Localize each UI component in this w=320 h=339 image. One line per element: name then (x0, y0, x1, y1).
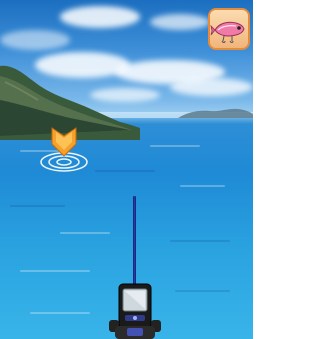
wave (95, 170, 155, 172)
wave (60, 232, 110, 234)
cloud (60, 6, 140, 28)
wave (170, 240, 230, 242)
cloud (0, 30, 70, 50)
lure-select-button[interactable] (208, 8, 250, 50)
lure-fish-icon (210, 21, 245, 43)
far-island (178, 108, 253, 118)
fishing-rod-icon (133, 196, 136, 292)
cloud (170, 78, 253, 96)
wave (150, 145, 200, 147)
game-scene[interactable] (0, 0, 253, 339)
reel-handle-icon[interactable] (105, 280, 165, 339)
wave (180, 185, 225, 187)
wave (175, 290, 230, 292)
wave (30, 312, 90, 314)
cloud (150, 14, 210, 30)
chevron-down-target-icon[interactable] (38, 124, 90, 178)
wave (10, 205, 65, 207)
wave (20, 270, 90, 272)
